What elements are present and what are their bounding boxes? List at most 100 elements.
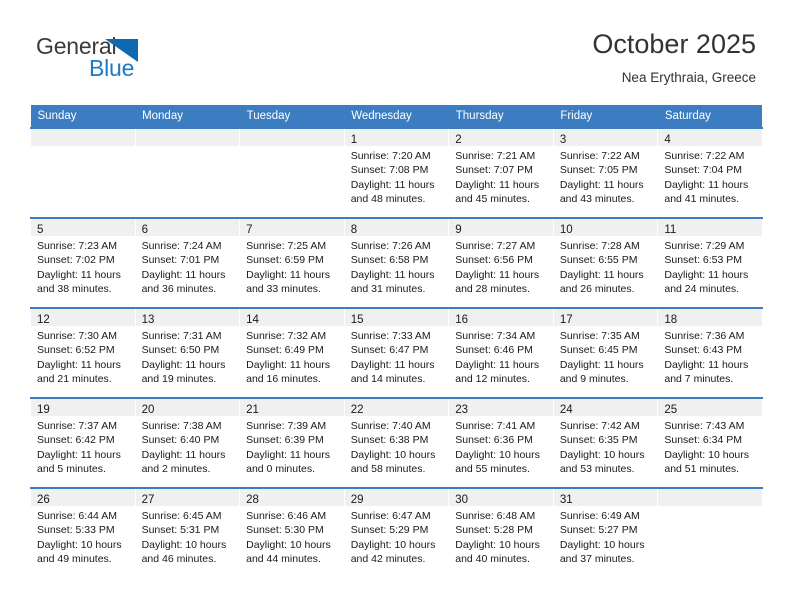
calendar-day-cell[interactable] (657, 487, 763, 577)
sunrise-text: Sunrise: 7:32 AM (246, 330, 327, 342)
calendar-day-cell[interactable]: 30 Sunrise: 6:48 AM Sunset: 5:28 PM Dayligh… (448, 487, 554, 577)
day-cell-details: Sunrise: 6:49 AM Sunset: 5:27 PM Daylight:… (554, 506, 658, 566)
calendar-day-cell[interactable]: 24 Sunrise: 7:42 AM Sunset: 6:35 PM Dayligh… (552, 397, 659, 488)
calendar-day-cell[interactable]: 23 Sunrise: 7:41 AM Sunset: 6:36 PM Dayligh… (448, 397, 554, 488)
day-cell-details: Sunrise: 6:45 AM Sunset: 5:31 PM Daylight:… (136, 506, 240, 566)
calendar-week-row: 19 Sunrise: 7:37 AM Sunset: 6:42 PM Dayligh… (30, 397, 763, 488)
calendar-day-cell[interactable]: 10 Sunrise: 7:28 AM Sunset: 6:55 PM Dayligh… (552, 217, 659, 308)
day-number: 8 (350, 224, 358, 236)
calendar-day-cell[interactable]: 16 Sunrise: 7:34 AM Sunset: 6:46 PM Dayligh… (448, 307, 554, 398)
daylight-text-line2: and 7 minutes. (664, 372, 734, 385)
day-cell-details: Sunrise: 7:41 AM Sunset: 6:36 PM Daylight:… (449, 416, 553, 476)
calendar-day-cell[interactable]: 20 Sunrise: 7:38 AM Sunset: 6:40 PM Dayligh… (134, 397, 241, 488)
sunrise-text: Sunrise: 7:28 AM (559, 240, 640, 252)
sunset-text: Sunset: 6:46 PM (455, 344, 533, 357)
day-cell-details: Sunrise: 7:43 AM Sunset: 6:34 PM Daylight:… (658, 416, 762, 476)
calendar-day-cell[interactable]: 31 Sunrise: 6:49 AM Sunset: 5:27 PM Dayligh… (552, 487, 659, 577)
calendar-day-cell[interactable]: 15 Sunrise: 7:33 AM Sunset: 6:47 PM Dayligh… (343, 307, 450, 398)
day-number-band: 6 (135, 219, 240, 236)
brand-logo[interactable]: General Blue (36, 33, 266, 89)
day-cell-inner: 8 Sunrise: 7:26 AM Sunset: 6:58 PM Daylight… (344, 219, 449, 307)
day-cell-inner: 23 Sunrise: 7:41 AM Sunset: 6:36 PM Dayligh… (449, 399, 553, 487)
calendar-day-cell[interactable]: 6 Sunrise: 7:24 AM Sunset: 7:01 PM Daylight… (134, 217, 241, 308)
calendar-day-cell[interactable]: 9 Sunrise: 7:27 AM Sunset: 6:56 PM Daylight… (448, 217, 554, 308)
sunrise-text: Sunrise: 7:25 AM (246, 240, 327, 252)
day-number-band: 12 (31, 309, 135, 326)
calendar-day-cell[interactable] (239, 127, 345, 218)
daylight-text-line1: Daylight: 11 hours (246, 358, 330, 371)
day-cell-inner: 15 Sunrise: 7:33 AM Sunset: 6:47 PM Dayligh… (344, 309, 449, 397)
day-number-band: 1 (344, 129, 449, 146)
calendar-day-cell[interactable]: 12 Sunrise: 7:30 AM Sunset: 6:52 PM Dayligh… (30, 307, 136, 398)
calendar-day-cell[interactable]: 1 Sunrise: 7:20 AM Sunset: 7:08 PM Daylight… (343, 127, 450, 218)
calendar-day-cell[interactable]: 25 Sunrise: 7:43 AM Sunset: 6:34 PM Dayligh… (657, 397, 763, 488)
calendar-day-cell[interactable] (134, 127, 241, 218)
calendar-day-cell[interactable]: 2 Sunrise: 7:21 AM Sunset: 7:07 PM Daylight… (448, 127, 554, 218)
day-number: 13 (141, 314, 155, 326)
day-number-band: 29 (344, 489, 449, 506)
calendar-day-cell[interactable]: 7 Sunrise: 7:25 AM Sunset: 6:59 PM Daylight… (239, 217, 345, 308)
calendar-day-cell[interactable]: 28 Sunrise: 6:46 AM Sunset: 5:30 PM Dayligh… (239, 487, 345, 577)
daylight-text-line2: and 48 minutes. (350, 192, 426, 205)
day-number: 10 (559, 224, 573, 236)
day-cell-inner: 17 Sunrise: 7:35 AM Sunset: 6:45 PM Dayligh… (553, 309, 658, 397)
daylight-text-line1: Daylight: 11 hours (664, 358, 749, 371)
sunrise-text: Sunrise: 7:24 AM (141, 240, 222, 252)
day-cell-details: Sunrise: 7:38 AM Sunset: 6:40 PM Daylight:… (136, 416, 240, 476)
sunset-text: Sunset: 7:07 PM (455, 164, 533, 177)
calendar-day-cell[interactable]: 29 Sunrise: 6:47 AM Sunset: 5:29 PM Dayligh… (343, 487, 450, 577)
calendar-day-cell[interactable]: 8 Sunrise: 7:26 AM Sunset: 6:58 PM Daylight… (343, 217, 450, 308)
day-cell-details: Sunrise: 7:23 AM Sunset: 7:02 PM Daylight:… (31, 236, 135, 296)
sunset-text: Sunset: 6:47 PM (350, 344, 429, 357)
calendar-week-row: 26 Sunrise: 6:44 AM Sunset: 5:33 PM Dayligh… (30, 487, 763, 577)
calendar-day-cell[interactable]: 27 Sunrise: 6:45 AM Sunset: 5:31 PM Dayligh… (134, 487, 241, 577)
calendar-day-cell[interactable]: 21 Sunrise: 7:39 AM Sunset: 6:39 PM Dayligh… (239, 397, 345, 488)
page-title: October 2025 (592, 29, 756, 59)
day-cell-details: Sunrise: 7:33 AM Sunset: 6:47 PM Daylight:… (345, 326, 449, 386)
day-number-band: 9 (449, 219, 553, 236)
day-number-band (240, 129, 344, 146)
day-cell-details: Sunrise: 7:26 AM Sunset: 6:58 PM Daylight:… (345, 236, 449, 296)
sunset-text: Sunset: 7:04 PM (664, 164, 743, 177)
day-number: 23 (455, 404, 469, 416)
daylight-text-line2: and 38 minutes. (37, 282, 112, 295)
day-number: 9 (455, 224, 462, 236)
day-cell-inner: 10 Sunrise: 7:28 AM Sunset: 6:55 PM Dayligh… (553, 219, 658, 307)
day-cell-inner: 9 Sunrise: 7:27 AM Sunset: 6:56 PM Daylight… (449, 219, 553, 307)
calendar-week-row: 5 Sunrise: 7:23 AM Sunset: 7:02 PM Daylight… (30, 217, 763, 308)
daylight-text-line2: and 28 minutes. (455, 282, 530, 295)
day-cell-inner: 3 Sunrise: 7:22 AM Sunset: 7:05 PM Daylight… (553, 129, 658, 217)
calendar-day-cell[interactable]: 5 Sunrise: 7:23 AM Sunset: 7:02 PM Daylight… (30, 217, 136, 308)
calendar-day-cell[interactable]: 4 Sunrise: 7:22 AM Sunset: 7:04 PM Daylight… (657, 127, 763, 218)
calendar-day-cell[interactable]: 17 Sunrise: 7:35 AM Sunset: 6:45 PM Dayligh… (552, 307, 659, 398)
sunrise-text: Sunrise: 7:35 AM (559, 330, 640, 342)
day-number: 26 (37, 494, 50, 506)
daylight-text-line1: Daylight: 11 hours (350, 178, 435, 191)
day-number: 27 (141, 494, 155, 506)
calendar-day-cell[interactable]: 13 Sunrise: 7:31 AM Sunset: 6:50 PM Dayligh… (134, 307, 241, 398)
calendar-day-cell[interactable]: 26 Sunrise: 6:44 AM Sunset: 5:33 PM Dayligh… (30, 487, 136, 577)
daylight-text-line2: and 2 minutes. (141, 462, 211, 475)
day-number: 5 (37, 224, 44, 236)
sunset-text: Sunset: 5:33 PM (37, 524, 115, 537)
day-cell-inner: 2 Sunrise: 7:21 AM Sunset: 7:07 PM Daylight… (449, 129, 553, 217)
sunrise-text: Sunrise: 7:33 AM (350, 330, 431, 342)
day-number-band: 20 (135, 399, 240, 416)
day-cell-details: Sunrise: 7:30 AM Sunset: 6:52 PM Daylight:… (31, 326, 135, 386)
calendar-day-cell[interactable]: 14 Sunrise: 7:32 AM Sunset: 6:49 PM Dayligh… (239, 307, 345, 398)
calendar-day-cell[interactable]: 18 Sunrise: 7:36 AM Sunset: 6:43 PM Dayligh… (657, 307, 763, 398)
daylight-text-line2: and 44 minutes. (246, 552, 321, 565)
day-cell-inner: 31 Sunrise: 6:49 AM Sunset: 5:27 PM Dayligh… (553, 489, 658, 577)
calendar-day-cell[interactable] (30, 127, 136, 218)
calendar-day-cell[interactable]: 22 Sunrise: 7:40 AM Sunset: 6:38 PM Dayligh… (343, 397, 450, 488)
calendar-day-cell[interactable]: 11 Sunrise: 7:29 AM Sunset: 6:53 PM Dayligh… (657, 217, 763, 308)
daylight-text-line2: and 14 minutes. (350, 372, 426, 385)
day-cell-inner: 18 Sunrise: 7:36 AM Sunset: 6:43 PM Dayligh… (658, 309, 762, 397)
daylight-text-line1: Daylight: 11 hours (559, 268, 644, 281)
sunset-text: Sunset: 6:49 PM (246, 344, 324, 357)
weekday-header-saturday: Saturday (657, 105, 763, 128)
calendar-day-cell[interactable]: 19 Sunrise: 7:37 AM Sunset: 6:42 PM Dayligh… (30, 397, 136, 488)
day-number: 6 (141, 224, 148, 236)
calendar-day-cell[interactable]: 3 Sunrise: 7:22 AM Sunset: 7:05 PM Daylight… (552, 127, 659, 218)
day-cell-inner: 1 Sunrise: 7:20 AM Sunset: 7:08 PM Daylight… (344, 129, 449, 217)
